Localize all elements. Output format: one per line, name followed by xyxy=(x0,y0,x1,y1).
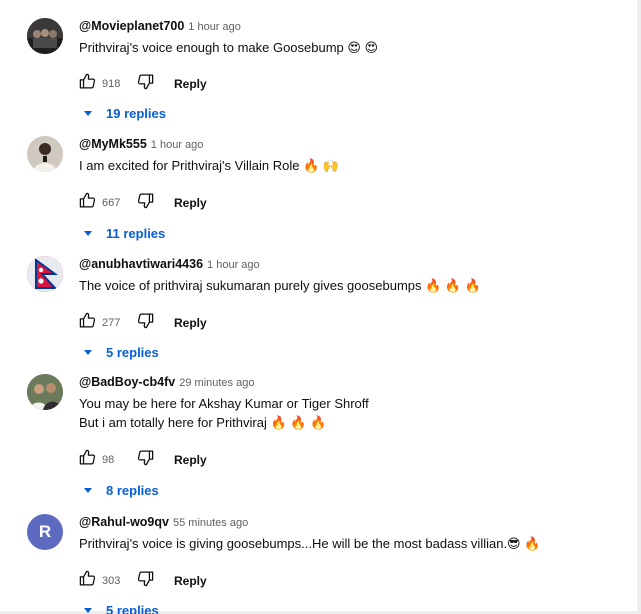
avatar-initial: R xyxy=(38,522,52,541)
comment-author[interactable]: @BadBoy-cb4fv xyxy=(79,375,175,389)
caret-down-icon xyxy=(84,607,92,613)
comments-panel: @Movieplanet700 1 hour ago Prithviraj's vo… xyxy=(0,0,641,614)
comment-header: @anubhavtiwari4436 1 hour ago xyxy=(79,256,260,273)
comment-header: @Rahul-wo9qv 55 minutes ago xyxy=(79,514,248,531)
dislike-button[interactable] xyxy=(134,192,156,214)
thumbs-up-icon xyxy=(78,72,97,96)
comment-text: I am excited for Prithviraj's Villain Ro… xyxy=(79,158,340,173)
thumbs-up-icon xyxy=(78,191,97,215)
view-replies-button[interactable]: 8 replies xyxy=(84,480,159,500)
replies-count-label: 11 replies xyxy=(106,225,166,241)
comment-header: @MyMk555 1 hour ago xyxy=(79,136,203,153)
comment-item: R @Rahul-wo9qv 55 minutes ago Prithviraj's … xyxy=(0,514,630,614)
comment-item: @Movieplanet700 1 hour ago Prithviraj's vo… xyxy=(0,18,630,138)
replies-count-label: 8 replies xyxy=(106,482,159,498)
comment-time[interactable]: 1 hour ago xyxy=(207,259,260,271)
thumbs-up-icon xyxy=(78,448,97,472)
comment-header: @Movieplanet700 1 hour ago xyxy=(79,18,241,35)
like-count: 918 xyxy=(102,78,121,90)
comment-time[interactable]: 1 hour ago xyxy=(188,21,241,33)
comment-text: You may be here for Akshay Kumar or Tige… xyxy=(79,396,369,430)
comment-time[interactable]: 1 hour ago xyxy=(151,139,204,151)
dislike-button[interactable] xyxy=(134,449,156,471)
thumbs-down-icon xyxy=(136,311,155,335)
comment-item: @anubhavtiwari4436 1 hour ago The voice of… xyxy=(0,256,630,376)
reply-button[interactable]: Reply xyxy=(174,196,207,210)
avatar[interactable] xyxy=(27,136,63,172)
dislike-button[interactable] xyxy=(134,570,156,592)
thumbs-down-icon xyxy=(136,448,155,472)
comment-author[interactable]: @Rahul-wo9qv xyxy=(79,515,169,529)
like-button[interactable] xyxy=(76,449,98,471)
comment-actions: 98 Reply xyxy=(76,449,207,471)
caret-down-icon xyxy=(84,349,92,355)
comment-item: @MyMk555 1 hour ago I am excited for Prith… xyxy=(0,136,630,256)
comment-item: @BadBoy-cb4fv 29 minutes ago You may be he… xyxy=(0,374,630,498)
comment-time[interactable]: 29 minutes ago xyxy=(179,377,254,389)
panel-edge-right xyxy=(637,0,641,614)
view-replies-button[interactable]: 5 replies xyxy=(84,600,159,614)
comment-actions: 303 Reply xyxy=(76,570,207,592)
like-button[interactable] xyxy=(76,570,98,592)
like-button[interactable] xyxy=(76,312,98,334)
like-count: 303 xyxy=(102,575,121,587)
like-count: 277 xyxy=(102,317,121,329)
comment-text: Prithviraj's voice enough to make Gooseb… xyxy=(79,40,379,55)
like-button[interactable] xyxy=(76,192,98,214)
comment-time[interactable]: 55 minutes ago xyxy=(173,517,248,529)
view-replies-button[interactable]: 19 replies xyxy=(84,103,166,123)
comment-author[interactable]: @Movieplanet700 xyxy=(79,19,184,33)
comment-author[interactable]: @anubhavtiwari4436 xyxy=(79,257,203,271)
comment-author[interactable]: @MyMk555 xyxy=(79,137,147,151)
comment-actions: 277 Reply xyxy=(76,312,207,334)
thumbs-up-icon xyxy=(78,569,97,593)
like-count: 98 xyxy=(102,454,115,466)
reply-button[interactable]: Reply xyxy=(174,316,207,330)
like-count: 667 xyxy=(102,197,121,209)
thumbs-down-icon xyxy=(136,569,155,593)
dislike-button[interactable] xyxy=(134,73,156,95)
replies-count-label: 5 replies xyxy=(106,344,159,360)
reply-button[interactable]: Reply xyxy=(174,77,207,91)
view-replies-button[interactable]: 5 replies xyxy=(84,342,159,362)
like-button[interactable] xyxy=(76,73,98,95)
caret-down-icon xyxy=(84,110,92,116)
avatar[interactable] xyxy=(27,256,63,292)
thumbs-up-icon xyxy=(78,311,97,335)
replies-count-label: 19 replies xyxy=(106,105,166,121)
thumbs-down-icon xyxy=(136,72,155,96)
thumbs-down-icon xyxy=(136,191,155,215)
avatar[interactable] xyxy=(27,18,63,54)
reply-button[interactable]: Reply xyxy=(174,574,207,588)
caret-down-icon xyxy=(84,230,92,236)
caret-down-icon xyxy=(84,487,92,493)
comment-header: @BadBoy-cb4fv 29 minutes ago xyxy=(79,374,254,391)
reply-button[interactable]: Reply xyxy=(174,453,207,467)
dislike-button[interactable] xyxy=(134,312,156,334)
comment-actions: 918 Reply xyxy=(76,73,207,95)
comment-text: The voice of prithviraj sukumaran purely… xyxy=(79,278,481,293)
replies-count-label: 5 replies xyxy=(106,602,159,614)
comment-text: Prithviraj's voice is giving goosebumps.… xyxy=(79,536,541,551)
avatar[interactable]: R xyxy=(27,514,63,550)
view-replies-button[interactable]: 11 replies xyxy=(84,223,165,243)
avatar[interactable] xyxy=(27,374,63,410)
comment-actions: 667 Reply xyxy=(76,192,207,214)
